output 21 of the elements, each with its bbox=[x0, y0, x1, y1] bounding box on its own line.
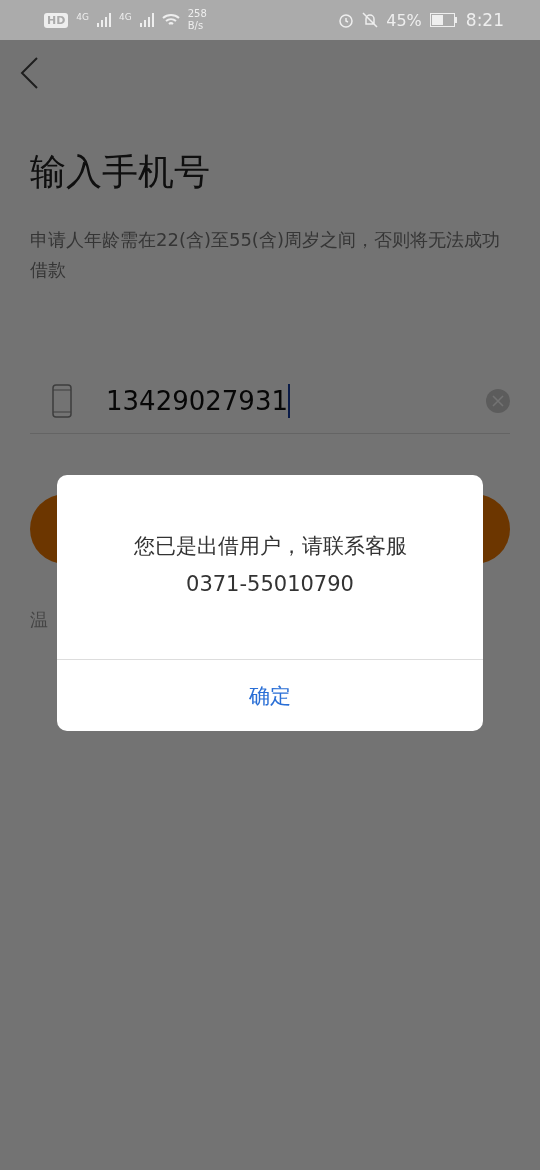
confirm-button[interactable]: 确定 bbox=[57, 659, 483, 731]
service-phone: 0371-55010790 bbox=[186, 571, 354, 598]
wifi-icon bbox=[161, 13, 180, 27]
signal-icon bbox=[97, 13, 112, 27]
network-label: 4G bbox=[119, 12, 132, 22]
battery-icon bbox=[429, 13, 458, 27]
page-title: 输入手机号 bbox=[30, 150, 211, 194]
alarm-icon bbox=[338, 12, 355, 28]
speed-value: 258 bbox=[187, 8, 207, 20]
bell-muted-icon bbox=[362, 12, 379, 28]
phone-icon bbox=[52, 384, 72, 418]
battery-percent: 45% bbox=[386, 10, 422, 30]
age-notice: 申请人年龄需在22(含)至55(含)周岁之间，否则将无法成功借款 bbox=[30, 228, 501, 282]
clock-time: 8:21 bbox=[465, 10, 504, 30]
back-icon[interactable] bbox=[18, 56, 40, 90]
dialog-message: 您已是出借用户，请联系客服 bbox=[133, 533, 407, 560]
network-label: 4G bbox=[76, 12, 90, 22]
signal-icon bbox=[139, 13, 154, 27]
phone-field[interactable]: 13429027931 bbox=[30, 369, 510, 434]
hd-label: HD bbox=[44, 12, 69, 28]
speed-unit: B/s bbox=[187, 20, 205, 32]
